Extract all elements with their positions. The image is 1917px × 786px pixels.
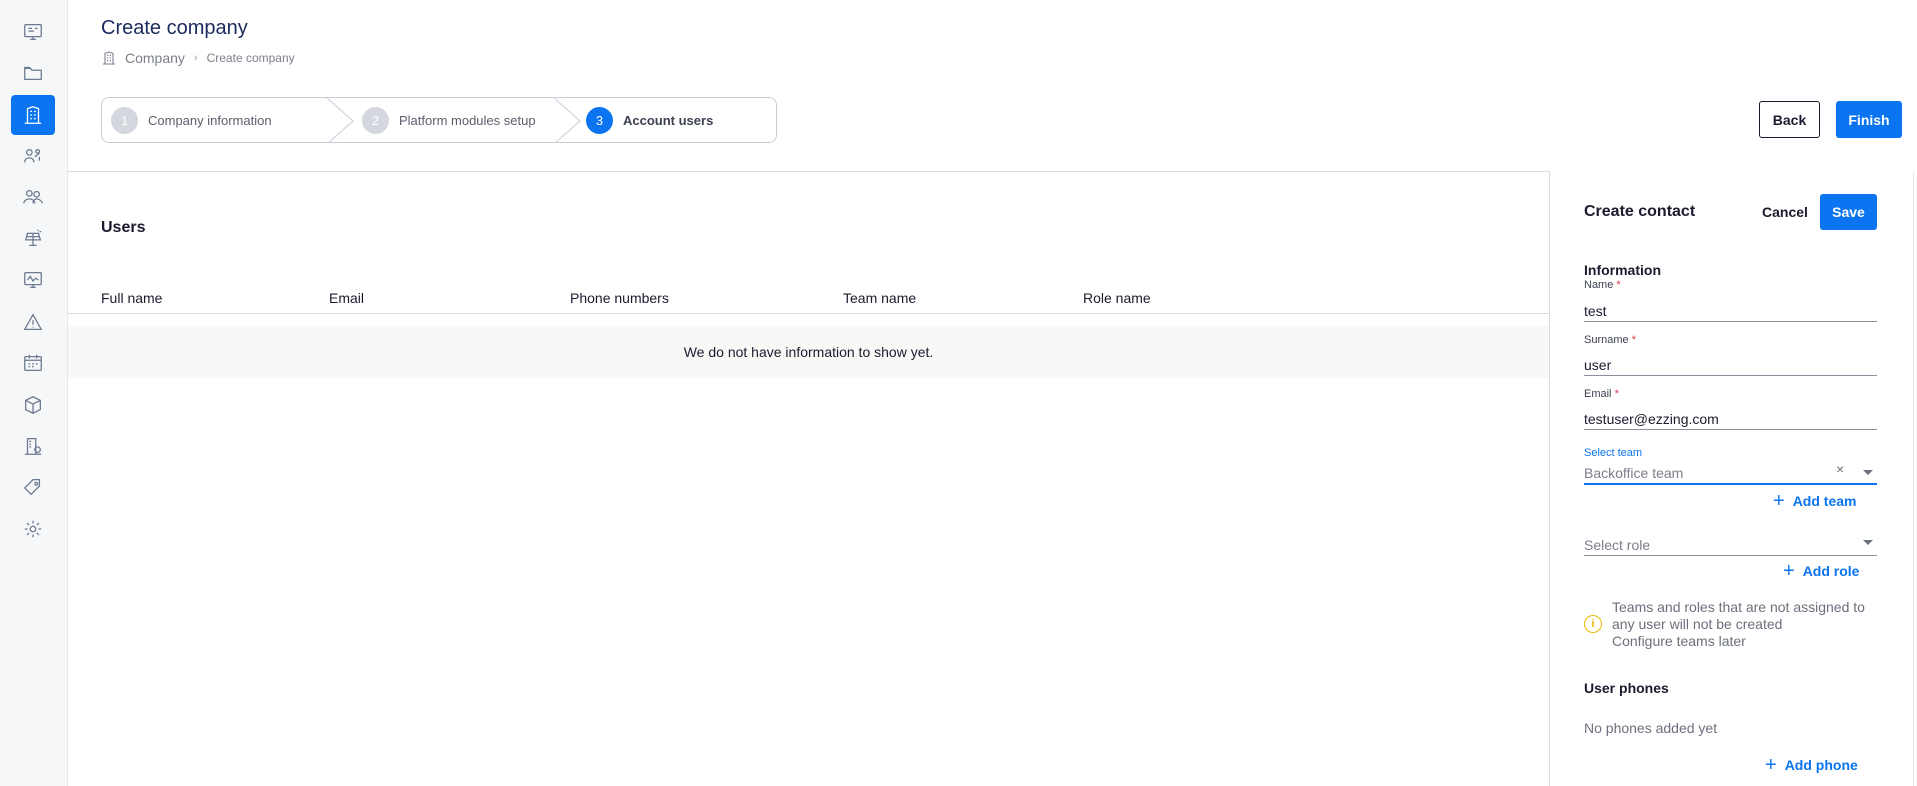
- building-icon: [103, 51, 115, 65]
- required-mark: *: [1616, 279, 1621, 291]
- info-icon: i: [1584, 615, 1602, 633]
- sidebar-item-calendar[interactable]: [11, 343, 55, 383]
- email-label-text: Email: [1584, 388, 1612, 400]
- plus-icon: +: [1773, 490, 1785, 512]
- team-select[interactable]: [1584, 463, 1877, 485]
- plus-icon: +: [1765, 754, 1777, 776]
- add-phone-label: Add phone: [1784, 757, 1858, 773]
- create-contact-panel: Create contact Cancel Save Information N…: [1549, 171, 1917, 786]
- step-separator-chevron: [327, 98, 354, 142]
- building-icon: [24, 106, 42, 124]
- info-message: Teams and roles that are not assigned to…: [1612, 599, 1865, 632]
- folder-icon: [24, 66, 42, 81]
- sidebar-item-network[interactable]: [11, 136, 55, 176]
- tag-icon: [23, 479, 41, 496]
- step-label: Platform modules setup: [399, 112, 536, 128]
- cancel-button[interactable]: Cancel: [1762, 204, 1808, 220]
- warning-icon: [23, 313, 43, 330]
- step-platform-modules[interactable]: 2 Platform modules setup: [362, 98, 536, 142]
- monitor-chart-icon: [24, 272, 42, 288]
- sidebar-item-solar[interactable]: [11, 218, 55, 258]
- step-label: Company information: [148, 112, 272, 128]
- group-icon: [23, 189, 43, 204]
- people-network-icon: [24, 148, 41, 163]
- sidebar-item-billing[interactable]: [11, 426, 55, 466]
- sidebar-item-monitoring[interactable]: [11, 260, 55, 300]
- sidebar-item-alerts[interactable]: [11, 302, 55, 342]
- step-number: 3: [586, 106, 613, 134]
- sidebar-item-groups[interactable]: [11, 177, 55, 217]
- teams-roles-info: Teams and roles that are not assigned to…: [1612, 599, 1882, 650]
- save-button[interactable]: Save: [1820, 194, 1877, 230]
- role-select[interactable]: [1584, 534, 1877, 556]
- breadcrumb-separator: ›: [193, 52, 198, 64]
- add-role-label: Add role: [1802, 563, 1860, 579]
- stepper: 1 Company information 2 Platform modules…: [101, 97, 777, 143]
- sidebar-item-folder[interactable]: [11, 53, 55, 93]
- name-label-text: Name: [1584, 279, 1614, 291]
- column-header-team-name: Team name: [843, 290, 917, 306]
- add-role-button[interactable]: + Add role: [1783, 561, 1859, 581]
- finish-button[interactable]: Finish: [1836, 101, 1902, 138]
- calendar-icon: [24, 354, 42, 371]
- configure-teams-later-text: Configure teams later: [1612, 633, 1746, 649]
- breadcrumb-current: Create company: [206, 51, 295, 65]
- panel-title: Create contact: [1584, 203, 1696, 220]
- sidebar-item-products[interactable]: [11, 385, 55, 425]
- email-label: Email *: [1584, 388, 1619, 400]
- page-title: Create company: [101, 17, 248, 39]
- table-empty-state: We do not have information to show yet.: [68, 326, 1549, 378]
- surname-label: Surname *: [1584, 334, 1636, 346]
- dashboard-icon: [24, 24, 42, 40]
- no-phones-text: No phones added yet: [1584, 720, 1718, 736]
- step-number: 1: [111, 106, 138, 134]
- email-field[interactable]: [1584, 408, 1877, 430]
- billing-icon: [24, 438, 42, 455]
- chevron-down-icon[interactable]: [1863, 470, 1873, 475]
- add-team-label: Add team: [1792, 493, 1857, 509]
- box-icon: [25, 396, 41, 414]
- column-header-email: Email: [329, 290, 365, 306]
- required-mark: *: [1631, 334, 1636, 346]
- panel-edge: [1913, 171, 1914, 786]
- breadcrumb: Company › Create company: [101, 50, 295, 66]
- team-label: Select team: [1584, 447, 1643, 459]
- add-phone-button[interactable]: + Add phone: [1765, 755, 1858, 775]
- plus-icon: +: [1783, 560, 1795, 582]
- surname-label-text: Surname: [1584, 334, 1629, 346]
- step-number: 2: [362, 106, 389, 134]
- step-label: Account users: [623, 112, 714, 128]
- chevron-down-icon[interactable]: [1863, 540, 1873, 545]
- column-header-role-name: Role name: [1083, 290, 1151, 306]
- step-account-users[interactable]: 3 Account users: [586, 98, 713, 142]
- surname-field[interactable]: [1584, 354, 1877, 376]
- required-mark: *: [1614, 388, 1619, 400]
- user-phones-section-title: User phones: [1584, 680, 1669, 696]
- step-separator-chevron: [554, 98, 581, 142]
- settings-gear-icon: [24, 520, 42, 538]
- name-field[interactable]: [1584, 300, 1877, 322]
- name-label: Name *: [1584, 279, 1621, 291]
- sidebar-item-settings[interactable]: [11, 509, 55, 549]
- sidebar: [0, 0, 68, 786]
- sidebar-item-pricing[interactable]: [11, 467, 55, 507]
- clear-icon[interactable]: ×: [1836, 461, 1844, 477]
- breadcrumb-company-link[interactable]: Company: [125, 50, 185, 66]
- add-team-button[interactable]: + Add team: [1773, 491, 1856, 511]
- step-company-information[interactable]: 1 Company information: [111, 98, 272, 142]
- back-button[interactable]: Back: [1759, 101, 1820, 138]
- sidebar-item-companies[interactable]: [11, 95, 55, 135]
- column-header-phone-numbers: Phone numbers: [570, 290, 669, 306]
- column-header-full-name: Full name: [101, 290, 163, 306]
- table-header-divider: [68, 313, 1549, 314]
- users-section-title: Users: [101, 219, 146, 236]
- sidebar-item-dashboard[interactable]: [11, 12, 55, 52]
- information-section-title: Information: [1584, 262, 1661, 278]
- solar-panel-icon: [24, 229, 42, 246]
